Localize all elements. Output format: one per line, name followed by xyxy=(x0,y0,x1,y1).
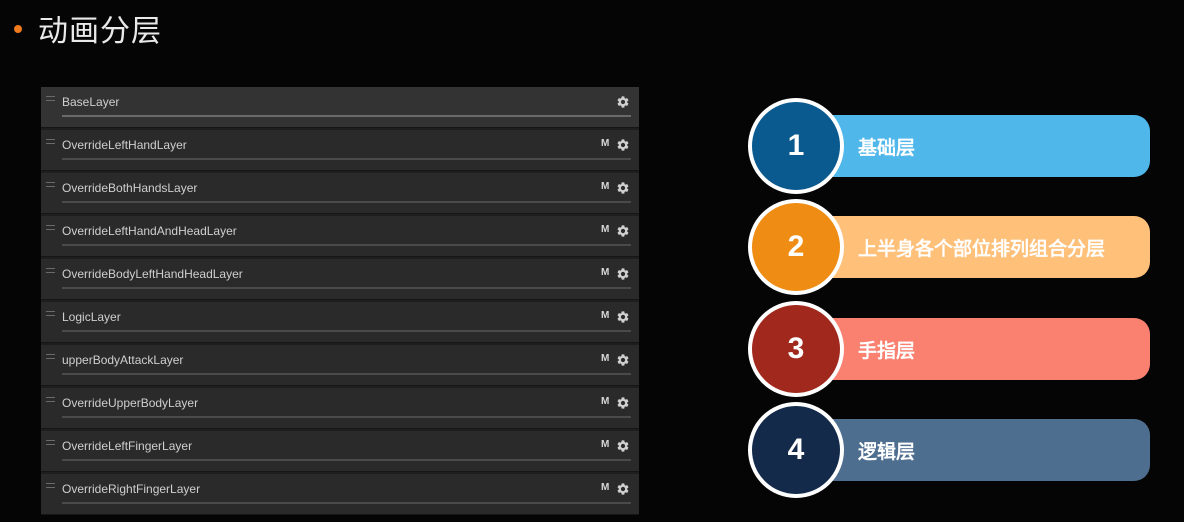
bullet-dot xyxy=(14,25,22,33)
layer-weight-bar xyxy=(62,201,631,203)
mask-indicator: M xyxy=(601,138,610,149)
gear-icon[interactable] xyxy=(616,396,630,410)
legend-item-upper-body: 上半身各个部位排列组合分层 2 xyxy=(748,199,1150,295)
layer-name: OverrideBodyLeftHandHeadLayer xyxy=(62,267,243,281)
legend-item-finger: 手指层 3 xyxy=(748,301,1150,397)
slide-title: 动画分层 xyxy=(14,8,162,49)
drag-handle-icon[interactable] xyxy=(46,182,55,187)
gear-icon[interactable] xyxy=(616,138,630,152)
layer-row[interactable]: BaseLayer xyxy=(41,87,639,128)
layer-row[interactable]: OverrideBodyLeftHandHeadLayer M xyxy=(41,259,639,300)
legend-item-base: 基础层 1 xyxy=(748,98,1150,194)
layer-row[interactable]: OverrideBothHandsLayer M xyxy=(41,173,639,214)
gear-icon[interactable] xyxy=(616,267,630,281)
slide-title-text: 动画分层 xyxy=(38,14,162,49)
layer-name: OverrideUpperBodyLayer xyxy=(62,396,199,410)
drag-handle-icon[interactable] xyxy=(46,483,55,488)
layer-name: LogicLayer xyxy=(62,310,121,324)
drag-handle-icon[interactable] xyxy=(46,225,55,230)
layer-weight-bar xyxy=(62,502,631,504)
mask-indicator: M xyxy=(601,181,610,192)
drag-handle-icon[interactable] xyxy=(46,139,55,144)
layer-row[interactable]: LogicLayer M xyxy=(41,302,639,343)
drag-handle-icon[interactable] xyxy=(46,96,55,101)
gear-icon[interactable] xyxy=(616,353,630,367)
drag-handle-icon[interactable] xyxy=(46,311,55,316)
layer-name: OverrideLeftFingerLayer xyxy=(62,439,193,453)
layer-weight-bar xyxy=(62,287,631,289)
layer-weight-bar xyxy=(62,373,631,375)
drag-handle-icon[interactable] xyxy=(46,397,55,402)
mask-indicator: M xyxy=(601,396,610,407)
legend-bar xyxy=(792,318,1150,380)
legend-number-badge: 2 xyxy=(748,199,844,295)
gear-icon[interactable] xyxy=(616,95,630,109)
layer-name: OverrideRightFingerLayer xyxy=(62,482,201,496)
layer-weight-bar xyxy=(62,459,631,461)
mask-indicator: M xyxy=(601,353,610,364)
drag-handle-icon[interactable] xyxy=(46,268,55,273)
legend-number-badge: 4 xyxy=(748,402,844,498)
legend-label: 手指层 xyxy=(858,339,916,362)
layer-row[interactable]: OverrideUpperBodyLayer M xyxy=(41,388,639,429)
legend-label: 逻辑层 xyxy=(858,440,916,463)
mask-indicator: M xyxy=(601,310,610,321)
gear-icon[interactable] xyxy=(616,310,630,324)
layer-name: OverrideLeftHandLayer xyxy=(62,138,187,152)
gear-icon[interactable] xyxy=(616,224,630,238)
layer-name: upperBodyAttackLayer xyxy=(62,353,184,367)
layer-weight-bar xyxy=(62,244,631,246)
layer-row[interactable]: OverrideLeftFingerLayer M xyxy=(41,431,639,472)
layer-weight-bar xyxy=(62,416,631,418)
layer-weight-bar xyxy=(62,330,631,332)
gear-icon[interactable] xyxy=(616,181,630,195)
mask-indicator: M xyxy=(601,439,610,450)
mask-indicator: M xyxy=(601,224,610,235)
drag-handle-icon[interactable] xyxy=(46,440,55,445)
legend-number-badge: 1 xyxy=(748,98,844,194)
layer-row[interactable]: OverrideLeftHandLayer M xyxy=(41,130,639,171)
mask-indicator: M xyxy=(601,482,610,493)
drag-handle-icon[interactable] xyxy=(46,354,55,359)
legend-label: 基础层 xyxy=(858,136,916,159)
layer-name: BaseLayer xyxy=(62,95,120,109)
legend-bar xyxy=(792,115,1150,177)
legend-label: 上半身各个部位排列组合分层 xyxy=(858,237,1106,260)
layer-name: OverrideBothHandsLayer xyxy=(62,181,198,195)
layer-row[interactable]: OverrideLeftHandAndHeadLayer M xyxy=(41,216,639,257)
legend-bar xyxy=(792,419,1150,481)
mask-indicator: M xyxy=(601,267,610,278)
legend-number-badge: 3 xyxy=(748,301,844,397)
layers-panel: BaseLayer OverrideLeftHandLayer M Overri… xyxy=(41,87,639,515)
layer-row[interactable]: upperBodyAttackLayer M xyxy=(41,345,639,386)
legend-item-logic: 逻辑层 4 xyxy=(748,402,1150,498)
layer-weight-bar xyxy=(62,158,631,160)
layer-row[interactable]: OverrideRightFingerLayer M xyxy=(41,474,639,515)
gear-icon[interactable] xyxy=(616,439,630,453)
layer-weight-bar xyxy=(62,115,631,117)
gear-icon[interactable] xyxy=(616,482,630,496)
layer-name: OverrideLeftHandAndHeadLayer xyxy=(62,224,237,238)
